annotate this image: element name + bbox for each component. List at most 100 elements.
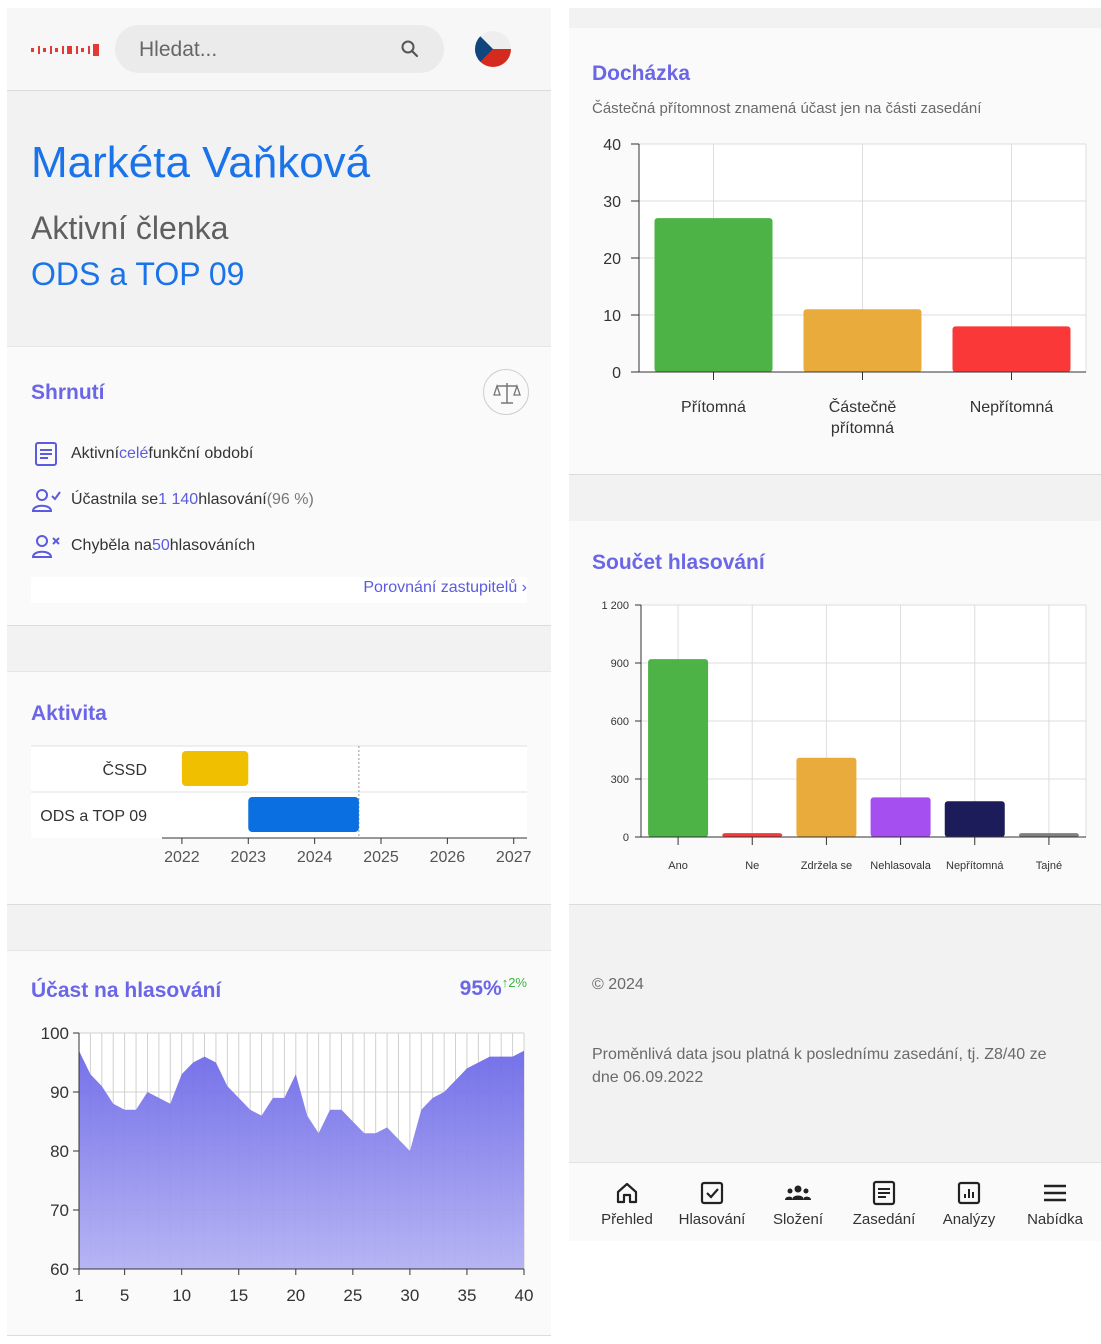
x-tick-label: 2026 <box>430 849 466 866</box>
votes-card: Součet hlasování 0 300 600 900 1 200 Ano Ne Zdr… <box>569 521 1101 905</box>
attendance-card: Docházka Částečná přítomnost znamená úča… <box>569 28 1101 475</box>
nav-item-prehled[interactable]: Přehled <box>584 1163 670 1242</box>
y-tick-label: 20 <box>603 251 621 268</box>
y-tick-label: 40 <box>603 137 621 154</box>
summary-row-voted: Účastnila se 1 140 hlasování (96 %) <box>31 487 314 513</box>
nav-label: Přehled <box>601 1211 653 1228</box>
x-tick-label: Ne <box>745 860 759 872</box>
logo-icon[interactable] <box>31 43 101 57</box>
document-icon <box>35 442 57 466</box>
x-tick-label: přítomná <box>831 420 894 437</box>
profile-party-link[interactable]: ODS a TOP 09 <box>31 256 244 293</box>
y-tick-label: 0 <box>623 832 629 844</box>
timeline-bar <box>181 751 249 786</box>
nav-item-zasedani[interactable]: Zasedání <box>841 1163 927 1242</box>
summary-value: 1 140 <box>158 491 199 508</box>
timeline-bar <box>248 797 359 832</box>
summary-text: Chyběla na <box>71 537 152 554</box>
activity-chart: ČSSD ODS a TOP 09 2022 2023 2024 2025 2026 2027 <box>31 745 532 866</box>
votes-bar <box>796 757 857 837</box>
x-tick-label: 20 <box>286 1286 305 1305</box>
y-tick-label: 80 <box>50 1142 69 1161</box>
timeline-row-label: ODS a TOP 09 <box>40 808 147 825</box>
attendance-bar <box>952 326 1071 372</box>
summary-value: 50 <box>151 537 170 554</box>
x-tick-label: 25 <box>343 1286 362 1305</box>
x-tick-label: 5 <box>120 1286 129 1305</box>
votes-chart: 0 300 600 900 1 200 Ano Ne Zdržela se Nehlasoval… <box>601 600 1087 872</box>
summary-text: funkční období <box>148 445 254 462</box>
checkbox-icon <box>700 1181 724 1205</box>
search-icon[interactable] <box>400 39 420 59</box>
nav-label: Složení <box>772 1211 824 1228</box>
summary-text: Účastnila se <box>71 491 159 508</box>
votes-title: Součet hlasování <box>592 551 765 574</box>
profile-role: Aktivní členka <box>31 210 229 246</box>
attendance-chart: 0 10 20 30 40 Přítomná Částečně přítomná Nepříto… <box>603 137 1087 437</box>
analytics-icon <box>957 1181 981 1205</box>
link-label: Porovnání zastupitelů <box>363 579 518 596</box>
x-tick-label: 15 <box>229 1286 248 1305</box>
x-tick-label: Částečně <box>829 397 897 416</box>
nav-item-slozeni[interactable]: Složení <box>755 1163 841 1242</box>
activity-title: Aktivita <box>31 702 107 725</box>
search-input[interactable]: Hledat... <box>115 25 444 73</box>
rate-trend: ↑2% <box>501 975 527 990</box>
y-tick-label: 300 <box>611 774 629 786</box>
document-icon <box>872 1180 896 1206</box>
y-tick-label: 90 <box>50 1083 69 1102</box>
footer-copyright: © 2024 <box>592 976 644 993</box>
search-placeholder: Hledat... <box>139 38 218 61</box>
attendance-bar <box>654 218 773 372</box>
votes-bar <box>722 833 783 837</box>
nav-label: Zasedání <box>852 1211 916 1228</box>
nav-label: Analýzy <box>942 1211 996 1228</box>
participation-rate: 95%↑2% <box>460 975 527 1001</box>
y-tick-label: 1 200 <box>601 600 629 612</box>
home-icon <box>616 1182 638 1204</box>
attendance-subtitle: Částečná přítomnost znamená účast jen na… <box>592 100 982 117</box>
participation-chart: 607080901001 5 10 15 20 25 30 35 40 <box>41 1024 534 1305</box>
votes-bar <box>944 801 1005 837</box>
votes-bar <box>648 659 709 837</box>
x-tick-label: Přítomná <box>681 399 746 416</box>
group-icon <box>785 1185 811 1200</box>
x-tick-label: Nehlasovala <box>870 860 931 872</box>
person-check-icon <box>31 489 61 512</box>
summary-value: celé <box>119 445 149 462</box>
x-tick-label: 2027 <box>496 849 532 866</box>
votes-bar <box>870 797 931 837</box>
compare-representatives-link[interactable]: Porovnání zastupitelů › <box>363 579 527 597</box>
summary-card: Shrnutí Aktivní celé funkční období Účas… <box>7 346 551 626</box>
czech-flag-icon[interactable] <box>474 30 512 68</box>
nav-item-hlasovani[interactable]: Hlasování <box>669 1163 755 1242</box>
x-tick-label: 30 <box>400 1286 419 1305</box>
summary-row-missed: Chyběla na 50 hlasováních <box>31 533 255 559</box>
y-tick-label: 60 <box>50 1260 69 1279</box>
y-tick-label: 70 <box>50 1201 69 1220</box>
summary-text: hlasováních <box>169 537 256 554</box>
chevron-right-icon: › <box>521 579 527 596</box>
nav-item-analyzy[interactable]: Analýzy <box>926 1163 1012 1242</box>
y-tick-label: 600 <box>611 716 629 728</box>
scale-icon <box>493 383 521 404</box>
bottom-navigation: Přehled Hlasování Složení Zasedání Analý… <box>569 1162 1101 1241</box>
right-column: Docházka Částečná přítomnost znamená úča… <box>569 8 1101 1241</box>
x-tick-label: 2023 <box>230 849 266 866</box>
y-tick-label: 10 <box>603 308 621 325</box>
x-tick-label: 2022 <box>164 849 200 866</box>
attendance-title: Docházka <box>592 62 691 85</box>
x-tick-label: Ano <box>668 860 688 872</box>
participation-card: Účast na hlasování 95%↑2% 60 70 80 90 100 1 5 1… <box>7 950 551 1336</box>
x-tick-label: Tajné <box>1036 860 1062 872</box>
summary-text: hlasování <box>198 491 267 508</box>
x-tick-label: 1 <box>74 1286 83 1305</box>
left-column: Hledat... Markéta Vaňková Aktivní členka… <box>7 8 551 1336</box>
timeline-row-label: ČSSD <box>103 760 147 779</box>
x-tick-label: 40 <box>515 1286 534 1305</box>
nav-item-nabidka[interactable]: Nabídka <box>1012 1163 1098 1242</box>
compare-button[interactable] <box>483 369 529 415</box>
activity-card: Aktivita ČSSD ODS a TOP 09 2022 2023 2024 202… <box>7 671 551 905</box>
menu-icon <box>1044 1184 1066 1202</box>
x-tick-label: Nepřítomná <box>946 860 1004 872</box>
